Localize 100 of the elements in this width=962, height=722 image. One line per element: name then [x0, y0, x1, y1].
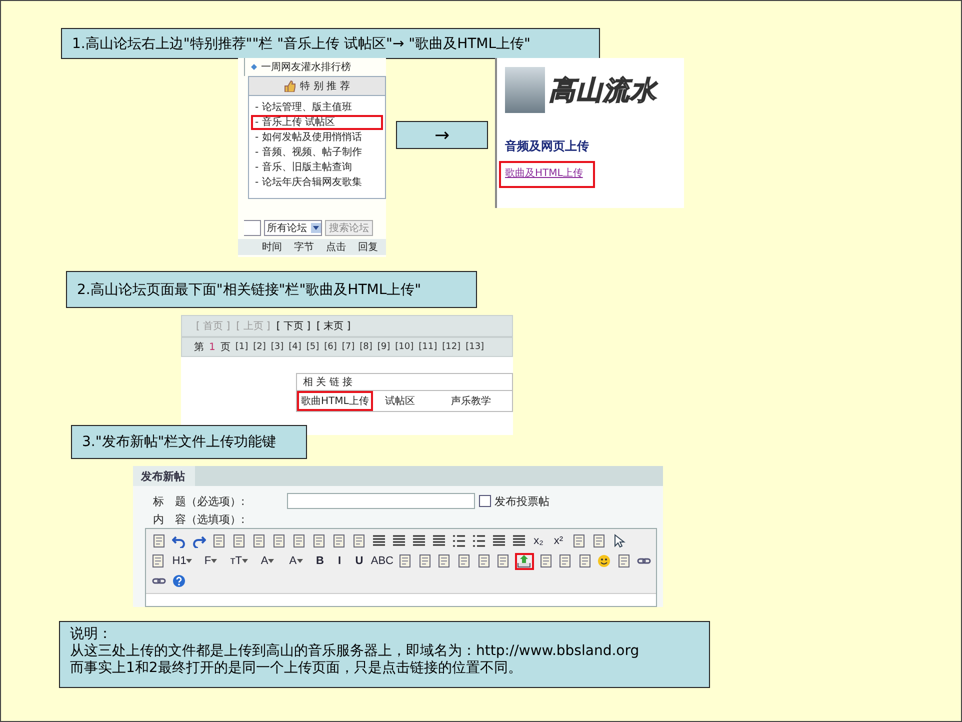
- recommend-link[interactable]: - 如何发帖及使用悄悄话: [251, 130, 383, 145]
- note-text: 而事实上1和2最终打开的是同一个上传页面，只是点击链接的位置不同。: [70, 660, 523, 677]
- document-icon: [457, 554, 472, 568]
- document-icon: [398, 554, 412, 568]
- page-label: 第: [194, 341, 204, 354]
- page-number-link[interactable]: [6]: [324, 342, 337, 352]
- format-button[interactable]: I: [331, 552, 348, 570]
- smiley-button[interactable]: [596, 552, 613, 570]
- document-icon: [592, 534, 606, 548]
- recommend-link[interactable]: - 论坛管理、版主值班: [251, 100, 383, 115]
- format-button[interactable]: x²: [550, 532, 567, 550]
- toolbar-button[interactable]: [616, 552, 632, 570]
- document-icon: [352, 534, 366, 548]
- list-icon: [452, 534, 466, 548]
- align-icon: [432, 534, 446, 548]
- related-link[interactable]: 声乐教学: [446, 391, 495, 411]
- upload-button[interactable]: [514, 552, 534, 570]
- align-icon: [492, 534, 506, 548]
- checkbox-label: 发布投票帖: [494, 494, 550, 508]
- page-nav-link[interactable]: [ 末页 ]: [316, 319, 351, 333]
- related-link[interactable]: 试帖区: [380, 391, 419, 411]
- format-button[interactable]: B: [312, 552, 328, 570]
- page-number-link[interactable]: [8]: [360, 342, 372, 352]
- arrow-caption: →: [396, 121, 488, 149]
- document-icon: [476, 554, 491, 568]
- search-field[interactable]: [244, 220, 261, 236]
- recommend-link[interactable]: - 音频、视频、帖子制作: [251, 145, 383, 160]
- page-number-link[interactable]: [7]: [342, 342, 355, 352]
- caret-icon: [242, 559, 248, 563]
- recommend-link[interactable]: - 论坛年庆合辑网友歌集: [251, 175, 383, 190]
- page-number-link[interactable]: [13]: [466, 342, 484, 352]
- document-icon: [151, 554, 166, 568]
- panel-title: 特 别 推 荐: [300, 80, 350, 93]
- document-icon: [332, 534, 346, 548]
- page-number-link[interactable]: [10]: [395, 342, 414, 352]
- note-text: 说明：: [70, 626, 113, 643]
- pointer-icon: [612, 534, 626, 548]
- page-number-link[interactable]: [2]: [253, 342, 266, 352]
- document-icon: [538, 554, 553, 568]
- caret-icon: [311, 223, 321, 233]
- format-dropdown[interactable]: тT: [226, 552, 252, 570]
- document-icon: [212, 534, 226, 548]
- format-dropdown[interactable]: F: [198, 552, 224, 570]
- list-icon: [472, 534, 486, 548]
- step-caption: 3."发布新帖"栏文件上传功能键: [71, 425, 307, 459]
- title-field[interactable]: [286, 493, 475, 509]
- page-label: 页: [220, 341, 230, 354]
- format-button[interactable]: x₂: [530, 532, 547, 550]
- recommend-link[interactable]: - 音乐、旧版主帖查询: [251, 160, 383, 175]
- format-dropdown[interactable]: A: [283, 552, 309, 570]
- photo-placeholder: [505, 67, 545, 113]
- checkbox[interactable]: [478, 495, 491, 507]
- help-icon: [172, 574, 186, 588]
- column-header: 字节: [294, 240, 314, 254]
- document-icon: [232, 534, 246, 548]
- align-icon: [512, 534, 526, 548]
- toolbar-button[interactable]: [456, 552, 472, 570]
- page-number-link[interactable]: [3]: [270, 342, 284, 352]
- document-icon: [572, 534, 586, 548]
- align-icon: [412, 534, 426, 548]
- note-text: 从这三处上传的文件都是上传到高山的音乐服务器上，即域名为：http://www.bbsland.org: [70, 643, 640, 660]
- format-button[interactable]: ABC: [370, 552, 394, 570]
- recommend-link[interactable]: - 音乐上传 试帖区: [251, 115, 383, 130]
- caret-icon: [211, 559, 218, 563]
- field-label: 内 容（选填项）:: [153, 512, 245, 526]
- related-link[interactable]: 歌曲HTML上传: [297, 391, 373, 411]
- page-number-link[interactable]: [4]: [288, 342, 302, 352]
- page-number-link[interactable]: [12]: [442, 342, 461, 352]
- help-button[interactable]: [170, 572, 187, 590]
- column-header: 时间: [262, 240, 282, 254]
- format-dropdown[interactable]: H1: [170, 552, 196, 570]
- page-nav-link[interactable]: [ 下页 ]: [276, 319, 311, 333]
- align-icon: [372, 534, 386, 548]
- page-number-link[interactable]: [9]: [377, 342, 390, 352]
- page-number-link[interactable]: [1]: [235, 342, 248, 352]
- form-tab[interactable]: 发布新帖: [133, 466, 195, 486]
- format-dropdown[interactable]: A: [254, 552, 280, 570]
- scope-select[interactable]: 所有论坛: [264, 220, 322, 236]
- document-icon: [558, 554, 572, 568]
- document-icon: [312, 534, 326, 548]
- panel-title: 相 关 链 接: [303, 376, 353, 389]
- format-button[interactable]: U: [350, 552, 368, 570]
- bullet-icon: [251, 64, 257, 70]
- thumbs-up-icon: [284, 80, 296, 92]
- document-icon: [292, 534, 306, 548]
- toolbar-button[interactable]: [416, 552, 434, 570]
- page-number-link[interactable]: [5]: [306, 342, 320, 352]
- sidebar-link[interactable]: 一周网友灌水排行榜: [261, 60, 351, 74]
- document-icon: [437, 554, 452, 568]
- undo-icon: [172, 534, 186, 548]
- rich-text-editor[interactable]: x₂ x² H1 F тT A A B I U ABC: [145, 528, 657, 607]
- page-number-link[interactable]: [11]: [418, 342, 438, 352]
- toolbar-button[interactable]: [556, 552, 574, 570]
- list-button[interactable]: [450, 532, 467, 550]
- field-label: 标 题（必选项）:: [153, 494, 245, 508]
- caret-icon: [186, 559, 192, 563]
- document-icon: [578, 554, 592, 568]
- list-button[interactable]: [470, 532, 487, 550]
- document-icon: [496, 554, 510, 568]
- document-icon: [418, 554, 432, 568]
